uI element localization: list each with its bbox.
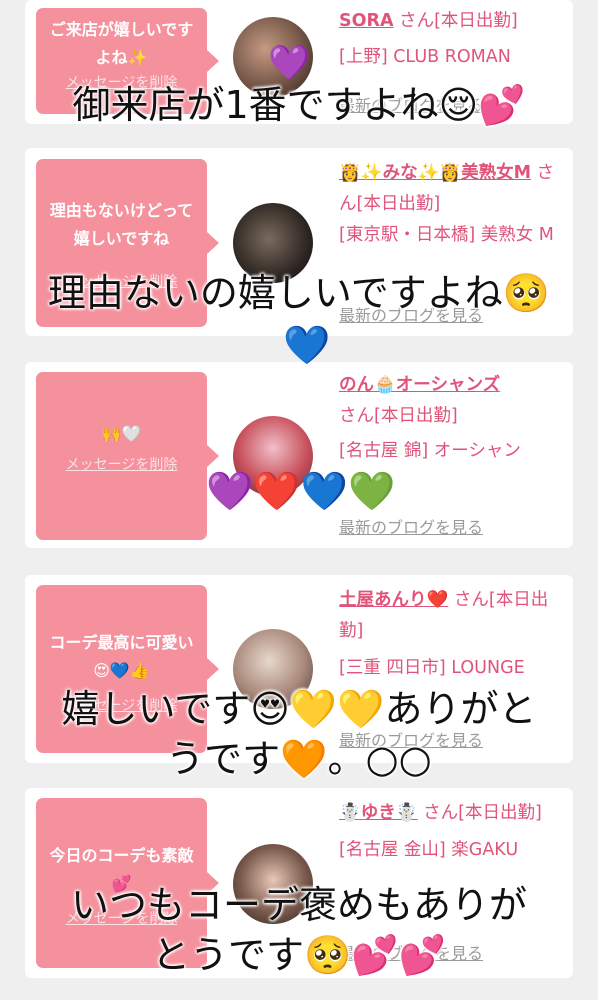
overlay-caption-4-line2: うです🧡。○○: [166, 737, 432, 781]
message-text: ご来店が嬉しいですよね✨: [49, 20, 194, 67]
cast-name-link[interactable]: ☃️ゆき☃️: [339, 803, 418, 823]
cast-info: 土屋あんり❤️ さん[本日出勤] [三重 四日市] LOUNGE: [339, 585, 567, 684]
cast-name-link[interactable]: SORA: [339, 11, 394, 31]
cast-name-link[interactable]: 土屋あんり❤️: [339, 590, 448, 610]
status-text: さん[本日出勤]: [399, 11, 518, 31]
overlay-hearts-row: 💜❤️💙💚: [206, 469, 396, 513]
store-location: [上野] CLUB ROMAN: [339, 47, 511, 67]
message-text: 🙌🤍: [101, 424, 142, 443]
blog-link[interactable]: 最新のブログを見る: [339, 514, 483, 538]
store-location: [名古屋 金山] 楽GAKU: [339, 840, 519, 860]
overlay-caption-4: 嬉しいです😍💛💛ありがと うです🧡。○○: [0, 684, 598, 784]
message-text: コーデ最高に可愛い😍💙👍: [49, 633, 194, 680]
overlay-caption-5: いつもコーデ褒めもありが とうです🥺💕💕: [0, 880, 598, 980]
cast-name-link[interactable]: のん🧁オーシャンズ: [339, 375, 500, 395]
overlay-caption-5-line1: いつもコーデ褒めもありが: [70, 883, 527, 927]
overlay-caption-2-heart: 💙: [283, 323, 331, 367]
delete-message-link[interactable]: メッセージを削除: [48, 454, 195, 474]
store-location: [名古屋 錦] オーシャン: [339, 441, 521, 461]
status-text: さん[本日出勤]: [339, 406, 458, 426]
overlay-caption-2: 理由ないの嬉しいですよね🥺: [0, 268, 598, 318]
store-location: [東京駅・日本橋] 美熟女 M: [339, 225, 554, 245]
cast-info: のん🧁オーシャンズ さん[本日出勤] [名古屋 錦] オーシャン: [339, 370, 567, 467]
card-non: 🙌🤍 メッセージを削除 のん🧁オーシャンズ さん[本日出勤] [名古屋 錦] オ…: [25, 362, 573, 548]
message-text: 理由もないけどって嬉しいですね: [49, 201, 194, 248]
message-bubble: 🙌🤍 メッセージを削除: [36, 372, 219, 540]
overlay-caption-1: 御来店が1番ですよね😌💕: [72, 83, 526, 127]
overlay-caption-4-line1: 嬉しいです😍💛💛ありがと: [61, 687, 537, 731]
store-location: [三重 四日市] LOUNGE: [339, 658, 525, 678]
status-text: さん[本日出勤]: [423, 803, 542, 823]
overlay-caption-5-line2: とうです🥺💕💕: [152, 933, 446, 977]
cast-info: SORA さん[本日出勤] [上野] CLUB ROMAN: [339, 6, 567, 73]
overlay-caption-2-line1: 理由ないの嬉しいですよね🥺: [47, 271, 551, 315]
cast-info: ☃️ゆき☃️ さん[本日出勤] [名古屋 金山] 楽GAKU: [339, 798, 567, 866]
cast-name-link[interactable]: 👸✨みな✨👸美熟女M: [339, 163, 531, 183]
cast-info: 👸✨みな✨👸美熟女M さん[本日出勤] [東京駅・日本橋] 美熟女 M: [339, 158, 567, 251]
